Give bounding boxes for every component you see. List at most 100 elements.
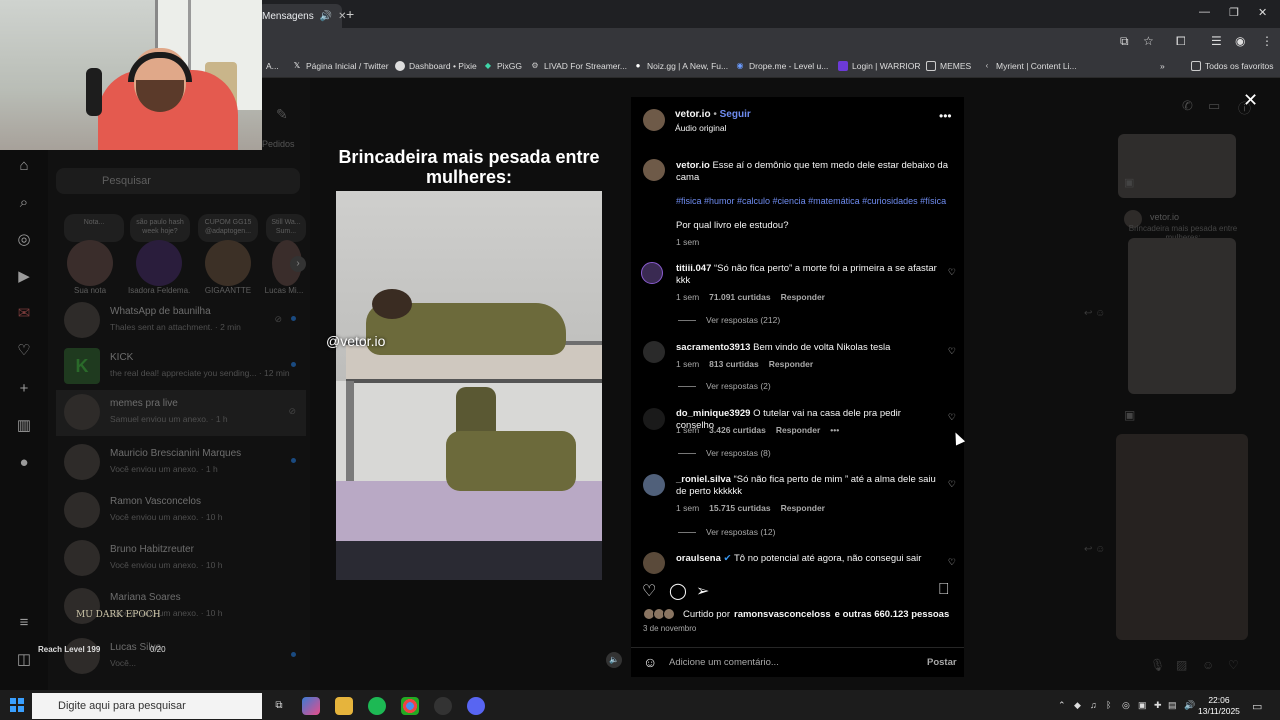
- reply-button[interactable]: Responder: [776, 425, 820, 435]
- reply-button[interactable]: Responder: [769, 359, 813, 369]
- mic-icon[interactable]: 🎙: [1150, 658, 1165, 672]
- story-avatar[interactable]: [205, 240, 251, 286]
- shared-media-thumb[interactable]: [1118, 134, 1236, 198]
- threads-icon[interactable]: ◫: [16, 652, 32, 668]
- notifications-heart-icon[interactable]: ♡: [16, 343, 32, 359]
- follow-button[interactable]: Seguir: [720, 109, 751, 120]
- close-modal-icon[interactable]: ✕: [1243, 90, 1258, 111]
- story-avatar[interactable]: [67, 240, 113, 286]
- author-username[interactable]: vetor.io: [675, 109, 711, 120]
- windows-start-icon[interactable]: [10, 698, 24, 712]
- tray-app-icon[interactable]: ◆: [1074, 700, 1081, 711]
- reply-icon[interactable]: ↩ ☺: [1084, 544, 1105, 555]
- commenter-avatar[interactable]: [643, 408, 665, 430]
- bookmark-item[interactable]: MEMES: [926, 61, 971, 71]
- reply-button[interactable]: Responder: [781, 503, 825, 513]
- copilot-icon[interactable]: [302, 697, 320, 715]
- story-avatar[interactable]: [136, 240, 182, 286]
- conversation-item[interactable]: Mariana Soares Você enviou um anexo. · 10…: [56, 584, 306, 630]
- save-bookmark-icon[interactable]: ⎕: [939, 581, 949, 599]
- conversation-item[interactable]: memes pra live Samuel enviou um anexo. · …: [56, 390, 306, 436]
- reels-icon[interactable]: ▶: [16, 269, 32, 285]
- heart-icon[interactable]: ♡: [1228, 658, 1239, 672]
- image-icon[interactable]: ▨: [1176, 658, 1187, 672]
- note-bubble[interactable]: CUPOM GG15 @adaptogen...: [198, 214, 258, 242]
- comment-input[interactable]: Adicione um comentário...: [669, 657, 779, 668]
- home-icon[interactable]: ⌂: [16, 158, 32, 174]
- mute-toggle-icon[interactable]: 🔈: [606, 652, 622, 668]
- liked-by-user[interactable]: ramonsvasconceloss: [734, 609, 831, 620]
- comment-more-icon[interactable]: •••: [830, 425, 839, 435]
- comment-likes[interactable]: 813 curtidas: [709, 359, 759, 369]
- comment-likes[interactable]: 71.091 curtidas: [709, 292, 770, 302]
- comment-like-icon[interactable]: ♡: [948, 267, 956, 278]
- explore-icon[interactable]: ◎: [16, 232, 32, 248]
- volume-icon[interactable]: 🔊: [1184, 700, 1195, 711]
- compose-icon[interactable]: ✎: [276, 106, 288, 123]
- cast-icon[interactable]: ⧉: [1120, 34, 1129, 49]
- menu-kebab-icon[interactable]: ⋮: [1261, 34, 1273, 48]
- note-bubble[interactable]: Still Wa... Sum...: [266, 214, 306, 242]
- commenter-avatar[interactable]: [641, 262, 663, 284]
- browser-tab[interactable]: Mensagens 🔊 ✕: [258, 4, 347, 28]
- commenter-avatar[interactable]: [643, 474, 665, 496]
- comment-like-icon[interactable]: ♡: [948, 557, 956, 568]
- post-comment-button[interactable]: Postar: [927, 657, 957, 668]
- bookmarks-overflow-icon[interactable]: »: [1160, 61, 1165, 71]
- create-icon[interactable]: +: [16, 381, 32, 397]
- comment-username[interactable]: do_minique3929: [676, 408, 750, 419]
- view-replies[interactable]: Ver respostas (2): [678, 381, 771, 391]
- audio-label[interactable]: Áudio original: [675, 122, 727, 134]
- note-bubble[interactable]: Nota...: [64, 214, 124, 242]
- comment-username[interactable]: titiii.047: [676, 263, 711, 274]
- conversation-item[interactable]: Bruno Habitzreuter Você enviou um anexo. …: [56, 536, 306, 582]
- bookmark-item[interactable]: ● Noiz.gg | A New, Fu...: [633, 61, 729, 71]
- video-call-icon[interactable]: ▭: [1208, 98, 1220, 114]
- more-options-icon[interactable]: •••: [939, 109, 952, 123]
- spotify-icon[interactable]: [368, 697, 386, 715]
- reply-button[interactable]: Responder: [781, 292, 825, 302]
- messages-icon[interactable]: ✉: [16, 306, 32, 322]
- comment-username[interactable]: oraulsena: [676, 553, 721, 564]
- shared-post-thumb[interactable]: [1128, 238, 1236, 394]
- note-bubble[interactable]: são paulo hash week hoje?: [130, 214, 190, 242]
- reading-list-icon[interactable]: ☰: [1211, 34, 1222, 48]
- bluetooth-icon[interactable]: ᛒ: [1106, 700, 1111, 710]
- restore-icon[interactable]: ❐: [1229, 6, 1239, 19]
- bookmark-item[interactable]: ⚙ LIVAD For Streamer...: [530, 61, 627, 71]
- conversation-item[interactable]: Lucas Silva Você...: [56, 634, 306, 674]
- network-icon[interactable]: ▤: [1168, 700, 1177, 711]
- comment-username[interactable]: _roniel.silva: [676, 474, 731, 485]
- tray-app-icon[interactable]: ✚: [1154, 700, 1162, 711]
- tray-overflow-icon[interactable]: ⌃: [1058, 700, 1066, 711]
- bookmark-item[interactable]: 𝕏 Página Inicial / Twitter: [292, 61, 389, 71]
- commenter-avatar[interactable]: [643, 552, 665, 574]
- comment-like-icon[interactable]: ♡: [948, 479, 956, 490]
- comment-like-icon[interactable]: ♡: [948, 412, 956, 423]
- profile-avatar-icon[interactable]: ◉: [1235, 34, 1245, 48]
- view-replies[interactable]: Ver respostas (12): [678, 527, 775, 537]
- requests-label[interactable]: Pedidos: [262, 139, 295, 149]
- comment-likes[interactable]: 15.715 curtidas: [709, 503, 770, 513]
- conversation-item[interactable]: Mauricio Brescianini Marques Você enviou …: [56, 440, 306, 486]
- commenter-avatar[interactable]: [643, 341, 665, 363]
- conversation-item[interactable]: WhatsApp de baunilha Thales sent an attac…: [56, 298, 306, 344]
- bookmark-item[interactable]: ◉ Drope.me - Level u...: [735, 61, 829, 71]
- hashtags[interactable]: #fisica #humor #calculo #ciencia #matemá…: [676, 196, 946, 206]
- view-replies[interactable]: Ver respostas (8): [678, 448, 771, 458]
- bookmark-item[interactable]: ◆ PixGG: [483, 61, 522, 71]
- conversation-item[interactable]: Ramon Vasconcelos Você enviou um anexo. ·…: [56, 488, 306, 534]
- chevron-right-icon[interactable]: ›: [290, 256, 306, 272]
- bookmark-item[interactable]: Login | WARRIOR: [838, 61, 921, 71]
- bookmark-item[interactable]: Dashboard • Pixie: [395, 61, 477, 71]
- comment-bubble-icon[interactable]: ◯: [669, 581, 687, 601]
- chrome-icon[interactable]: [401, 697, 419, 715]
- bookmark-item[interactable]: A...: [266, 61, 279, 71]
- tray-app-icon[interactable]: ▣: [1138, 700, 1147, 711]
- dashboard-icon[interactable]: ▥: [16, 418, 32, 434]
- close-window-icon[interactable]: ✕: [1258, 6, 1267, 19]
- comment-likes[interactable]: 3.426 curtidas: [709, 425, 766, 435]
- like-heart-icon[interactable]: ♡: [642, 581, 656, 601]
- sticker-icon[interactable]: ☺: [1202, 658, 1214, 672]
- liked-by-count[interactable]: e outras 660.123 pessoas: [835, 609, 950, 620]
